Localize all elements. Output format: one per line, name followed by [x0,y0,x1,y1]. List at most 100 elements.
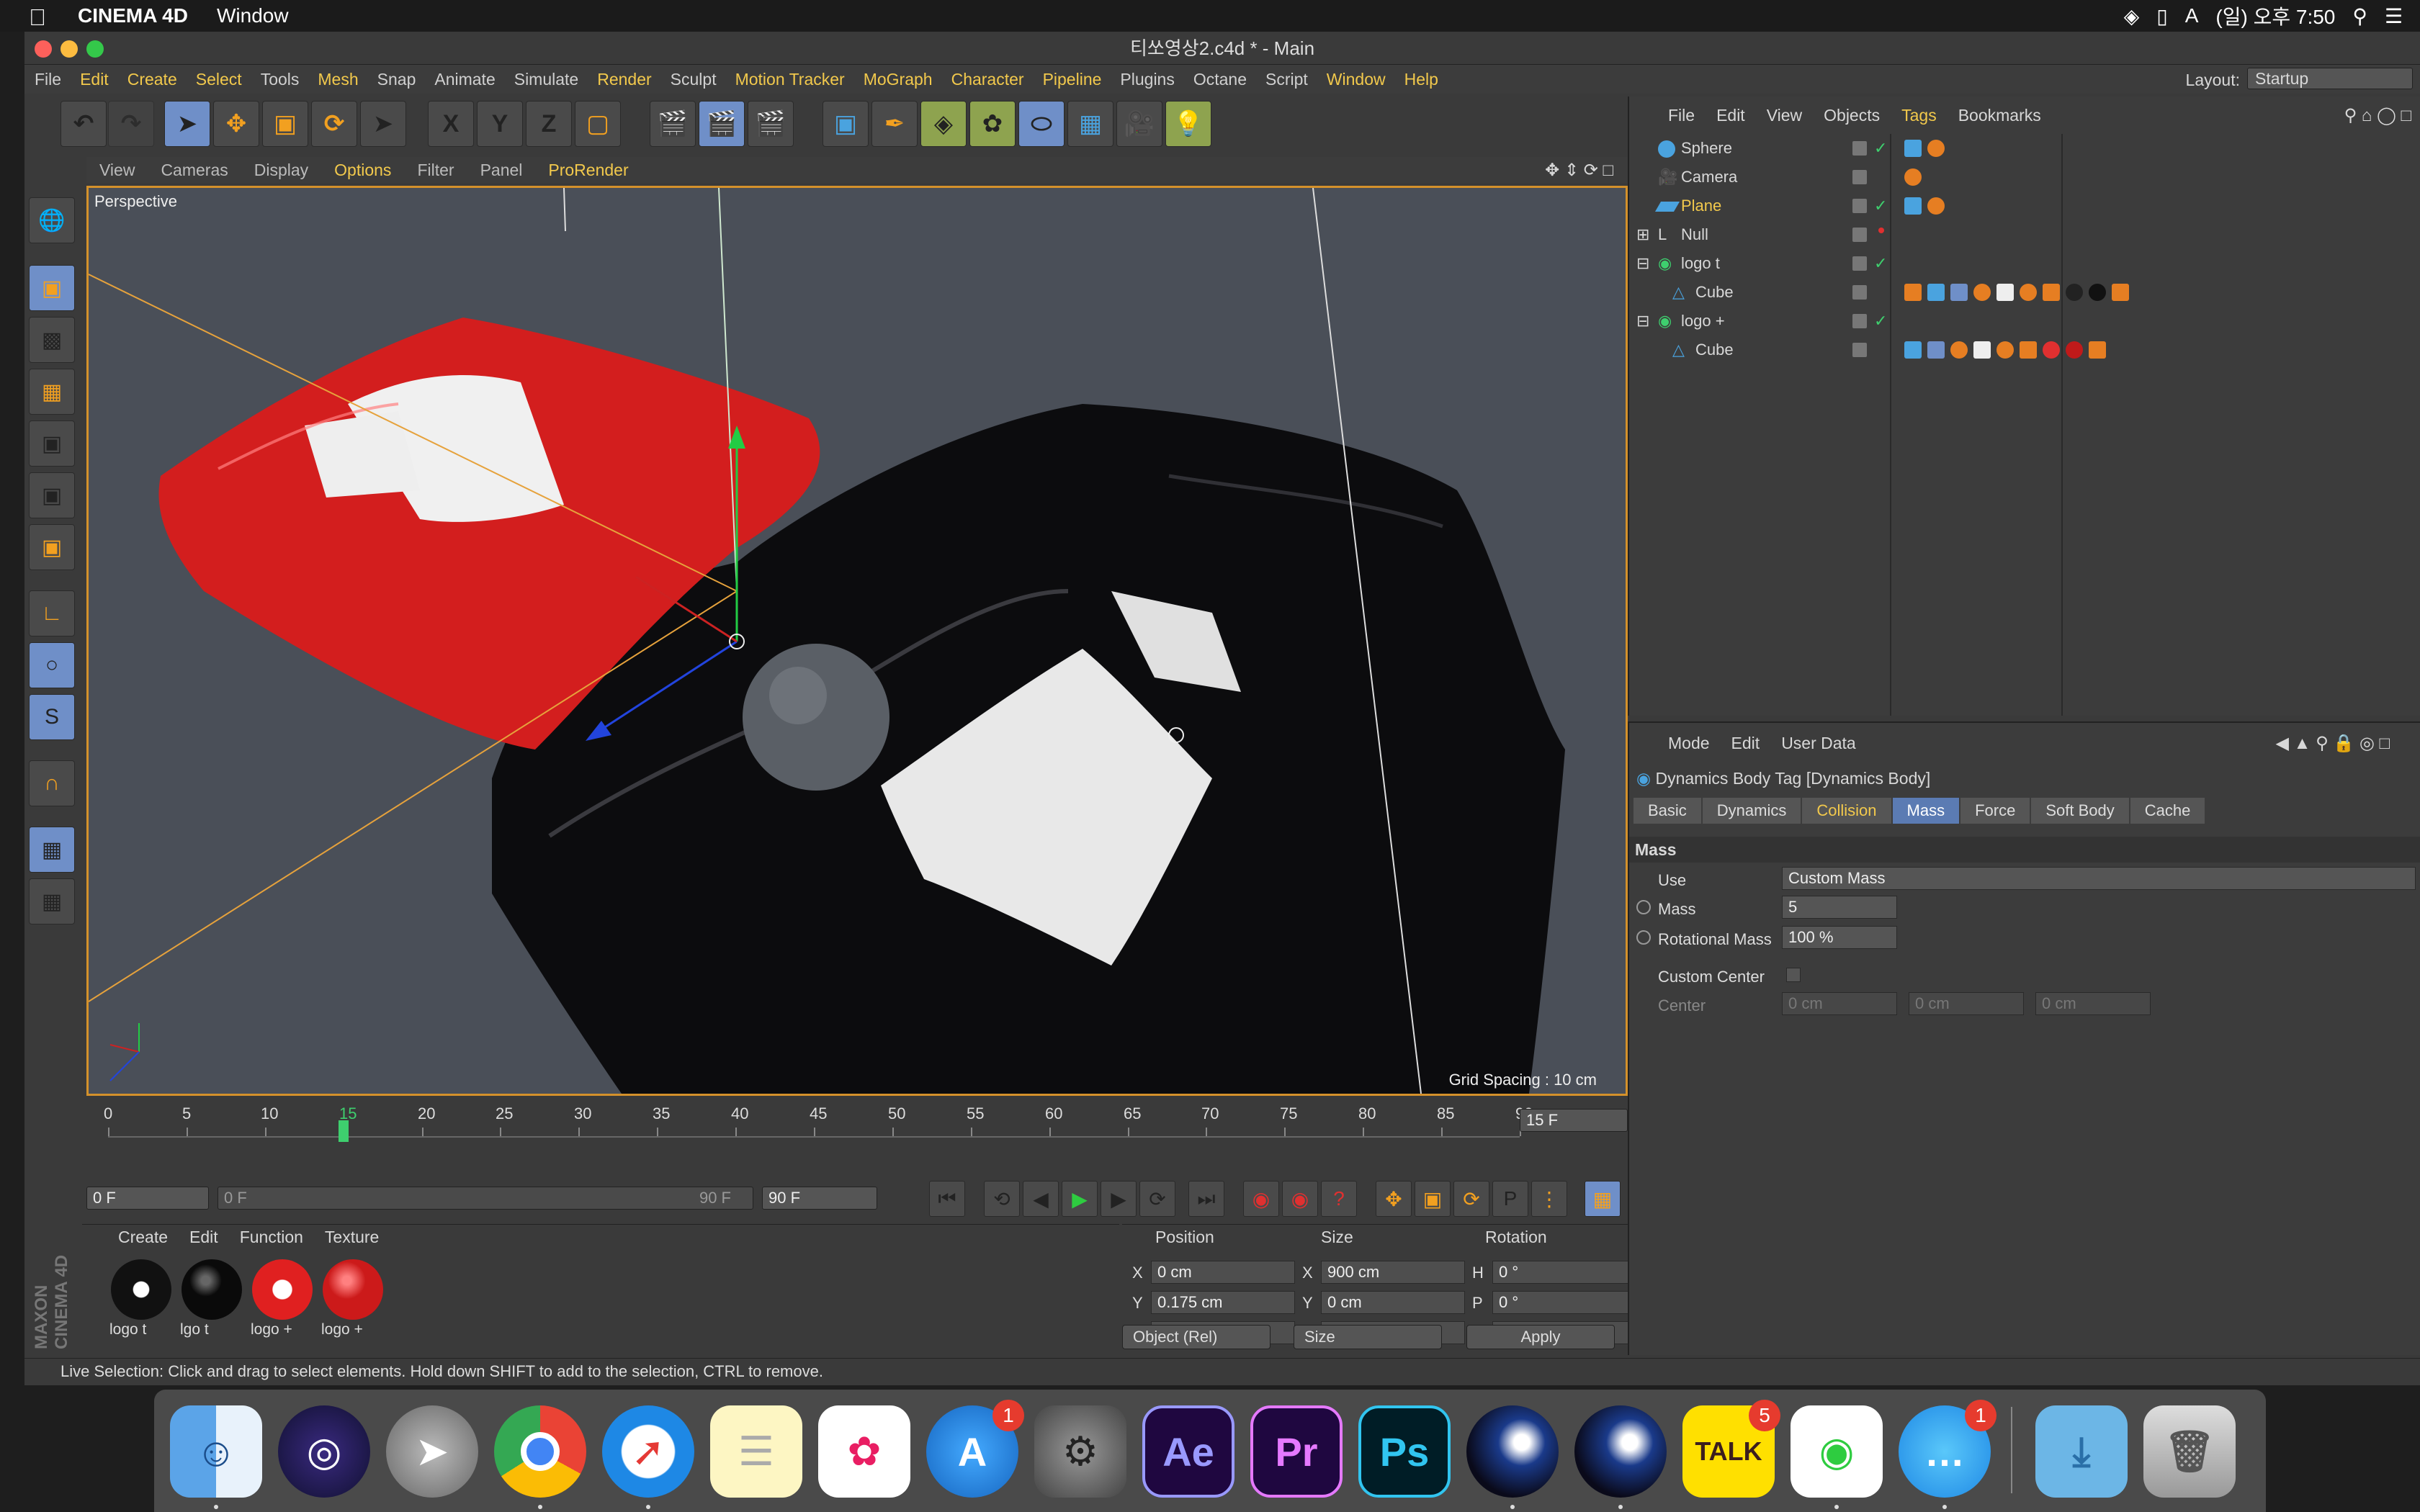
input-source-icon[interactable]: A [2185,4,2199,27]
viewport-menu-panel[interactable]: Panel [480,161,523,180]
object-row-camera[interactable]: 🎥 Camera [1629,163,2420,192]
launchpad-icon[interactable]: ➤ [386,1405,478,1498]
y-axis-lock-button[interactable]: Y [477,101,523,147]
menu-help[interactable]: Help [1404,70,1438,89]
goto-start-button[interactable]: ⏮ [929,1181,965,1217]
tab-basic[interactable]: Basic [1634,798,1701,824]
phong-tag-icon[interactable] [2020,341,2037,359]
cloth-tag-icon[interactable] [1927,284,1945,301]
tab-cache[interactable]: Cache [2130,798,2205,824]
viewport-nav-icons[interactable]: ✥ ⇕ ⟳ □ [1545,160,1613,181]
mac-app-name[interactable]: CINEMA 4D [78,4,188,27]
material-tag-icon[interactable] [1950,341,1968,359]
viewport-menu-filter[interactable]: Filter [417,161,454,180]
center-x-field[interactable]: 0 cm [1782,992,1897,1015]
start-frame-field[interactable]: 0 F [86,1187,209,1210]
siri-icon[interactable]: ◎ [278,1405,370,1498]
menu-file[interactable]: File [35,70,61,89]
timeline[interactable]: 051015202530354045505560657075808590 15 … [86,1102,1628,1156]
phong-tag-icon[interactable] [2043,284,2060,301]
points-mode-button[interactable]: ▣ [29,420,75,467]
zoom-window-button[interactable] [86,40,104,58]
size-mode-select[interactable]: Size [1294,1325,1442,1349]
pen-spline-button[interactable]: ✒ [871,101,918,147]
position-y-field[interactable]: 0.175 cm [1151,1291,1295,1314]
viewport-menu-view[interactable]: View [99,161,135,180]
obj-menu-tags[interactable]: Tags [1901,106,1937,125]
scale-tool-button[interactable]: ▣ [262,101,308,147]
dynamics-tag-icon[interactable] [1904,197,1922,215]
menu-render[interactable]: Render [597,70,651,89]
menu-create[interactable]: Create [127,70,177,89]
material-tag-icon[interactable] [1973,284,1991,301]
attr-menu-edit[interactable]: Edit [1731,734,1760,753]
x-axis-lock-button[interactable]: X [428,101,474,147]
tab-force[interactable]: Force [1960,798,2030,824]
record-keys-button[interactable]: ◉ [1243,1181,1279,1217]
system-preferences-icon[interactable]: ⚙ [1034,1405,1126,1498]
play-button[interactable]: ▶ [1062,1181,1098,1217]
clock[interactable]: (일) 오후 7:50 [2215,1,2335,30]
obj-menu-file[interactable]: File [1668,106,1695,125]
checker-tag-icon[interactable] [1973,341,1991,359]
enabled-check-icon[interactable]: ✓ [1874,134,1887,163]
close-window-button[interactable] [35,40,52,58]
menu-snap[interactable]: Snap [377,70,416,89]
next-frame-button[interactable]: ▶ [1101,1181,1137,1217]
custom-center-checkbox[interactable] [1786,968,1801,982]
menu-octane[interactable]: Octane [1193,70,1247,89]
rot-mass-animate-icon[interactable] [1636,930,1651,945]
render-picture-viewer-button[interactable]: 🎬 [699,101,745,147]
planar-workplane-button[interactable]: ▦ [29,878,75,924]
material-tag-icon[interactable] [2043,341,2060,359]
menu-mograph[interactable]: MoGraph [864,70,933,89]
size-y-field[interactable]: 0 cm [1321,1291,1465,1314]
tab-dynamics[interactable]: Dynamics [1702,798,1801,824]
timeline-ruler[interactable]: 051015202530354045505560657075808590 [104,1104,1533,1142]
phong-tag-icon[interactable] [2089,341,2106,359]
obj-menu-edit[interactable]: Edit [1716,106,1745,125]
checker-tag-icon[interactable] [1996,284,2014,301]
safari-icon[interactable]: ➚ [602,1405,694,1509]
apply-button[interactable]: Apply [1466,1325,1615,1349]
material-tag-icon[interactable] [2020,284,2037,301]
menu-mesh[interactable]: Mesh [318,70,358,89]
material-swatch[interactable]: logo t [109,1259,173,1338]
object-row-cube[interactable]: △ Cube [1629,336,2420,364]
material-tag-icon[interactable] [1927,140,1945,157]
downloads-folder-icon[interactable]: ⤓ [2035,1405,2128,1498]
frame-range-slider[interactable]: 0 F 90 F [218,1187,753,1210]
prev-key-button[interactable]: ⟲ [984,1181,1020,1217]
material-menu-create[interactable]: Create [118,1228,168,1247]
layer-icon[interactable] [1852,314,1867,328]
object-row-logo-t[interactable]: ⊟ ◉ logo t ✓ [1629,249,2420,278]
key-position-button[interactable]: ✥ [1376,1181,1412,1217]
key-scale-button[interactable]: ▣ [1415,1181,1451,1217]
messages-icon[interactable]: … 1 [1899,1400,1996,1509]
viewport-menu-display[interactable]: Display [254,161,308,180]
object-row-logo-plus[interactable]: ⊟ ◉ logo + ✓ [1629,307,2420,336]
photos-icon[interactable]: ✿ [818,1405,910,1498]
trash-icon[interactable]: 🗑 [2143,1405,2236,1498]
apple-icon[interactable]:  [29,4,50,30]
cloth-tag-icon[interactable] [1904,341,1922,359]
prev-frame-button[interactable]: ◀ [1023,1181,1059,1217]
material-swatch[interactable]: logo + [251,1259,314,1338]
menu-plugins[interactable]: Plugins [1120,70,1174,89]
layer-icon[interactable] [1852,170,1867,184]
collapse-icon[interactable]: ⊟ [1636,249,1649,278]
end-frame-field[interactable]: 90 F [762,1187,877,1210]
dynamics-tag-icon[interactable] [1904,140,1922,157]
menu-animate[interactable]: Animate [434,70,495,89]
object-row-sphere[interactable]: Sphere ✓ [1629,134,2420,163]
cloner-button[interactable]: ✿ [969,101,1016,147]
dynamics-body-tag-icon[interactable] [1904,284,1922,301]
rotational-mass-field[interactable]: 100 % [1782,926,1897,949]
object-row-cube[interactable]: △ Cube [1629,278,2420,307]
obj-menu-objects[interactable]: Objects [1824,106,1880,125]
menu-tools[interactable]: Tools [261,70,300,89]
make-editable-button[interactable]: 🌐 [29,197,75,243]
live-selection-button[interactable]: ➤ [164,101,210,147]
material-tag-icon[interactable] [2066,341,2083,359]
rotate-tool-button[interactable]: ⟳ [311,101,357,147]
